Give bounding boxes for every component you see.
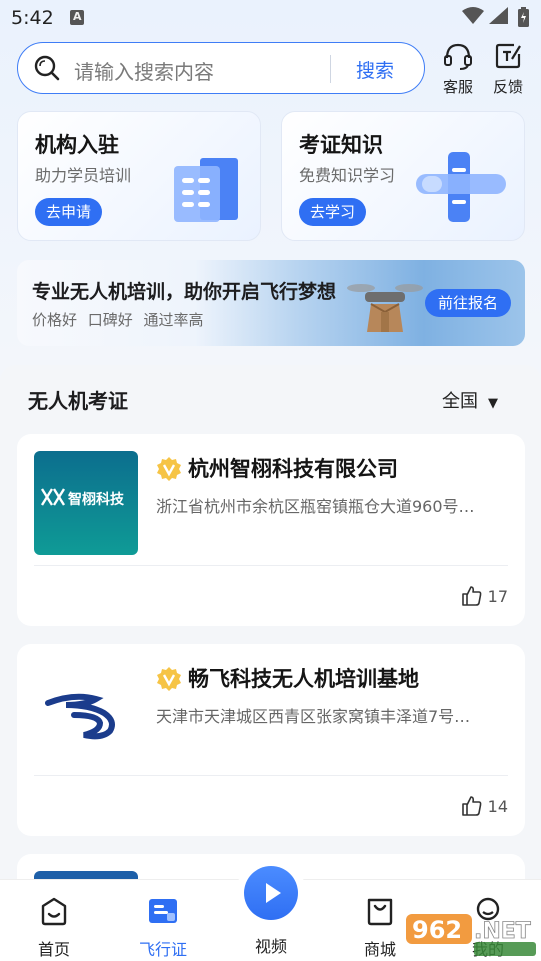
license-icon [149,899,177,923]
battery-icon [518,7,529,27]
drone-plane-icon [416,152,506,222]
section-title: 无人机考证 [28,389,128,413]
like-count: 14 [487,797,508,816]
study-button[interactable]: 去学习 [299,198,367,226]
signal-icon [489,7,508,24]
customer-service-label: 客服 [442,78,473,96]
region-selector[interactable]: 全国 ▼ [442,387,498,413]
search-input[interactable]: 请输入搜索内容 [74,56,214,85]
verified-badge-icon [157,457,181,481]
feedback-icon [495,43,521,69]
org-address: 浙江省杭州市余杭区瓶窑镇瓶仓大道960号… [156,497,475,516]
building-icon [174,158,238,222]
region-label: 全国 [442,391,478,412]
zhixu-logo-mark-icon [40,488,66,506]
site-watermark-logo: 962 .NET [406,914,536,956]
org-name: 畅飞科技无人机培训基地 [188,667,419,691]
wifi-icon [462,7,484,24]
caret-down-icon: ▼ [488,396,498,411]
svg-text:962: 962 [412,916,462,944]
signup-button[interactable]: 前往报名 [425,289,511,317]
institution-join-card[interactable]: 机构入驻 助力学员培训 去申请 [17,111,261,241]
home-icon [41,897,67,926]
like-button[interactable]: 14 [461,796,508,816]
divider [34,775,508,776]
card-subtitle: 免费知识学习 [299,166,396,185]
like-count: 17 [487,587,508,606]
play-icon[interactable] [244,866,298,920]
search-box[interactable]: 请输入搜索内容 搜索 [17,42,425,94]
org-card[interactable]: 畅飞科技无人机培训基地 天津市天津城区西青区张家窝镇丰泽道7号… 14 [17,644,525,836]
tab-license[interactable]: 飞行证 [128,896,198,960]
tab-video-label[interactable]: 视频 [236,933,306,957]
org-name: 杭州智栩科技有限公司 [188,457,398,481]
thumbs-up-icon [461,796,482,816]
exam-knowledge-card[interactable]: 考证知识 免费知识学习 去学习 [281,111,525,241]
training-banner[interactable]: 专业无人机培训，助你开启飞行梦想 价格好 口碑好 通过率高 前往报名 [17,260,525,346]
org-logo [34,661,138,765]
card-subtitle: 助力学员培训 [35,166,132,185]
status-time: 5:42 [11,7,54,29]
verified-badge-icon [157,667,181,691]
tab-license-label: 飞行证 [138,940,187,959]
drone-delivery-icon [347,284,423,332]
search-icon [34,55,60,81]
org-logo: 智栩科技 [34,451,138,555]
customer-service-button[interactable]: 客服 [438,42,478,97]
search-button[interactable]: 搜索 [356,56,394,83]
shopping-bag-icon [367,898,393,926]
tab-home-label: 首页 [37,940,70,959]
org-card[interactable]: 智栩科技 杭州智栩科技有限公司 浙江省杭州市余杭区瓶窑镇瓶仓大道960号… 17 [17,434,525,626]
banner-title: 专业无人机培训，助你开启飞行梦想 [32,281,337,303]
svg-text:.NET: .NET [474,919,531,944]
tab-home[interactable]: 首页 [19,896,89,960]
headset-icon [444,43,472,70]
org-logo-text: 智栩科技 [68,492,124,508]
changfei-logo-icon [45,693,115,740]
notification-a-icon [70,10,84,25]
banner-tags: 价格好 口碑好 通过率高 [32,311,204,329]
feedback-button[interactable]: 反馈 [488,42,528,97]
thumbs-up-icon [461,586,482,606]
like-button[interactable]: 17 [461,586,508,606]
org-address: 天津市天津城区西青区张家窝镇丰泽道7号… [156,707,471,726]
divider [34,565,508,566]
status-bar: 5:42 [0,0,541,36]
card-title: 考证知识 [299,133,383,157]
card-title: 机构入驻 [35,133,119,157]
feedback-label: 反馈 [492,78,523,96]
search-divider [330,55,331,83]
apply-button[interactable]: 去申请 [35,198,103,226]
